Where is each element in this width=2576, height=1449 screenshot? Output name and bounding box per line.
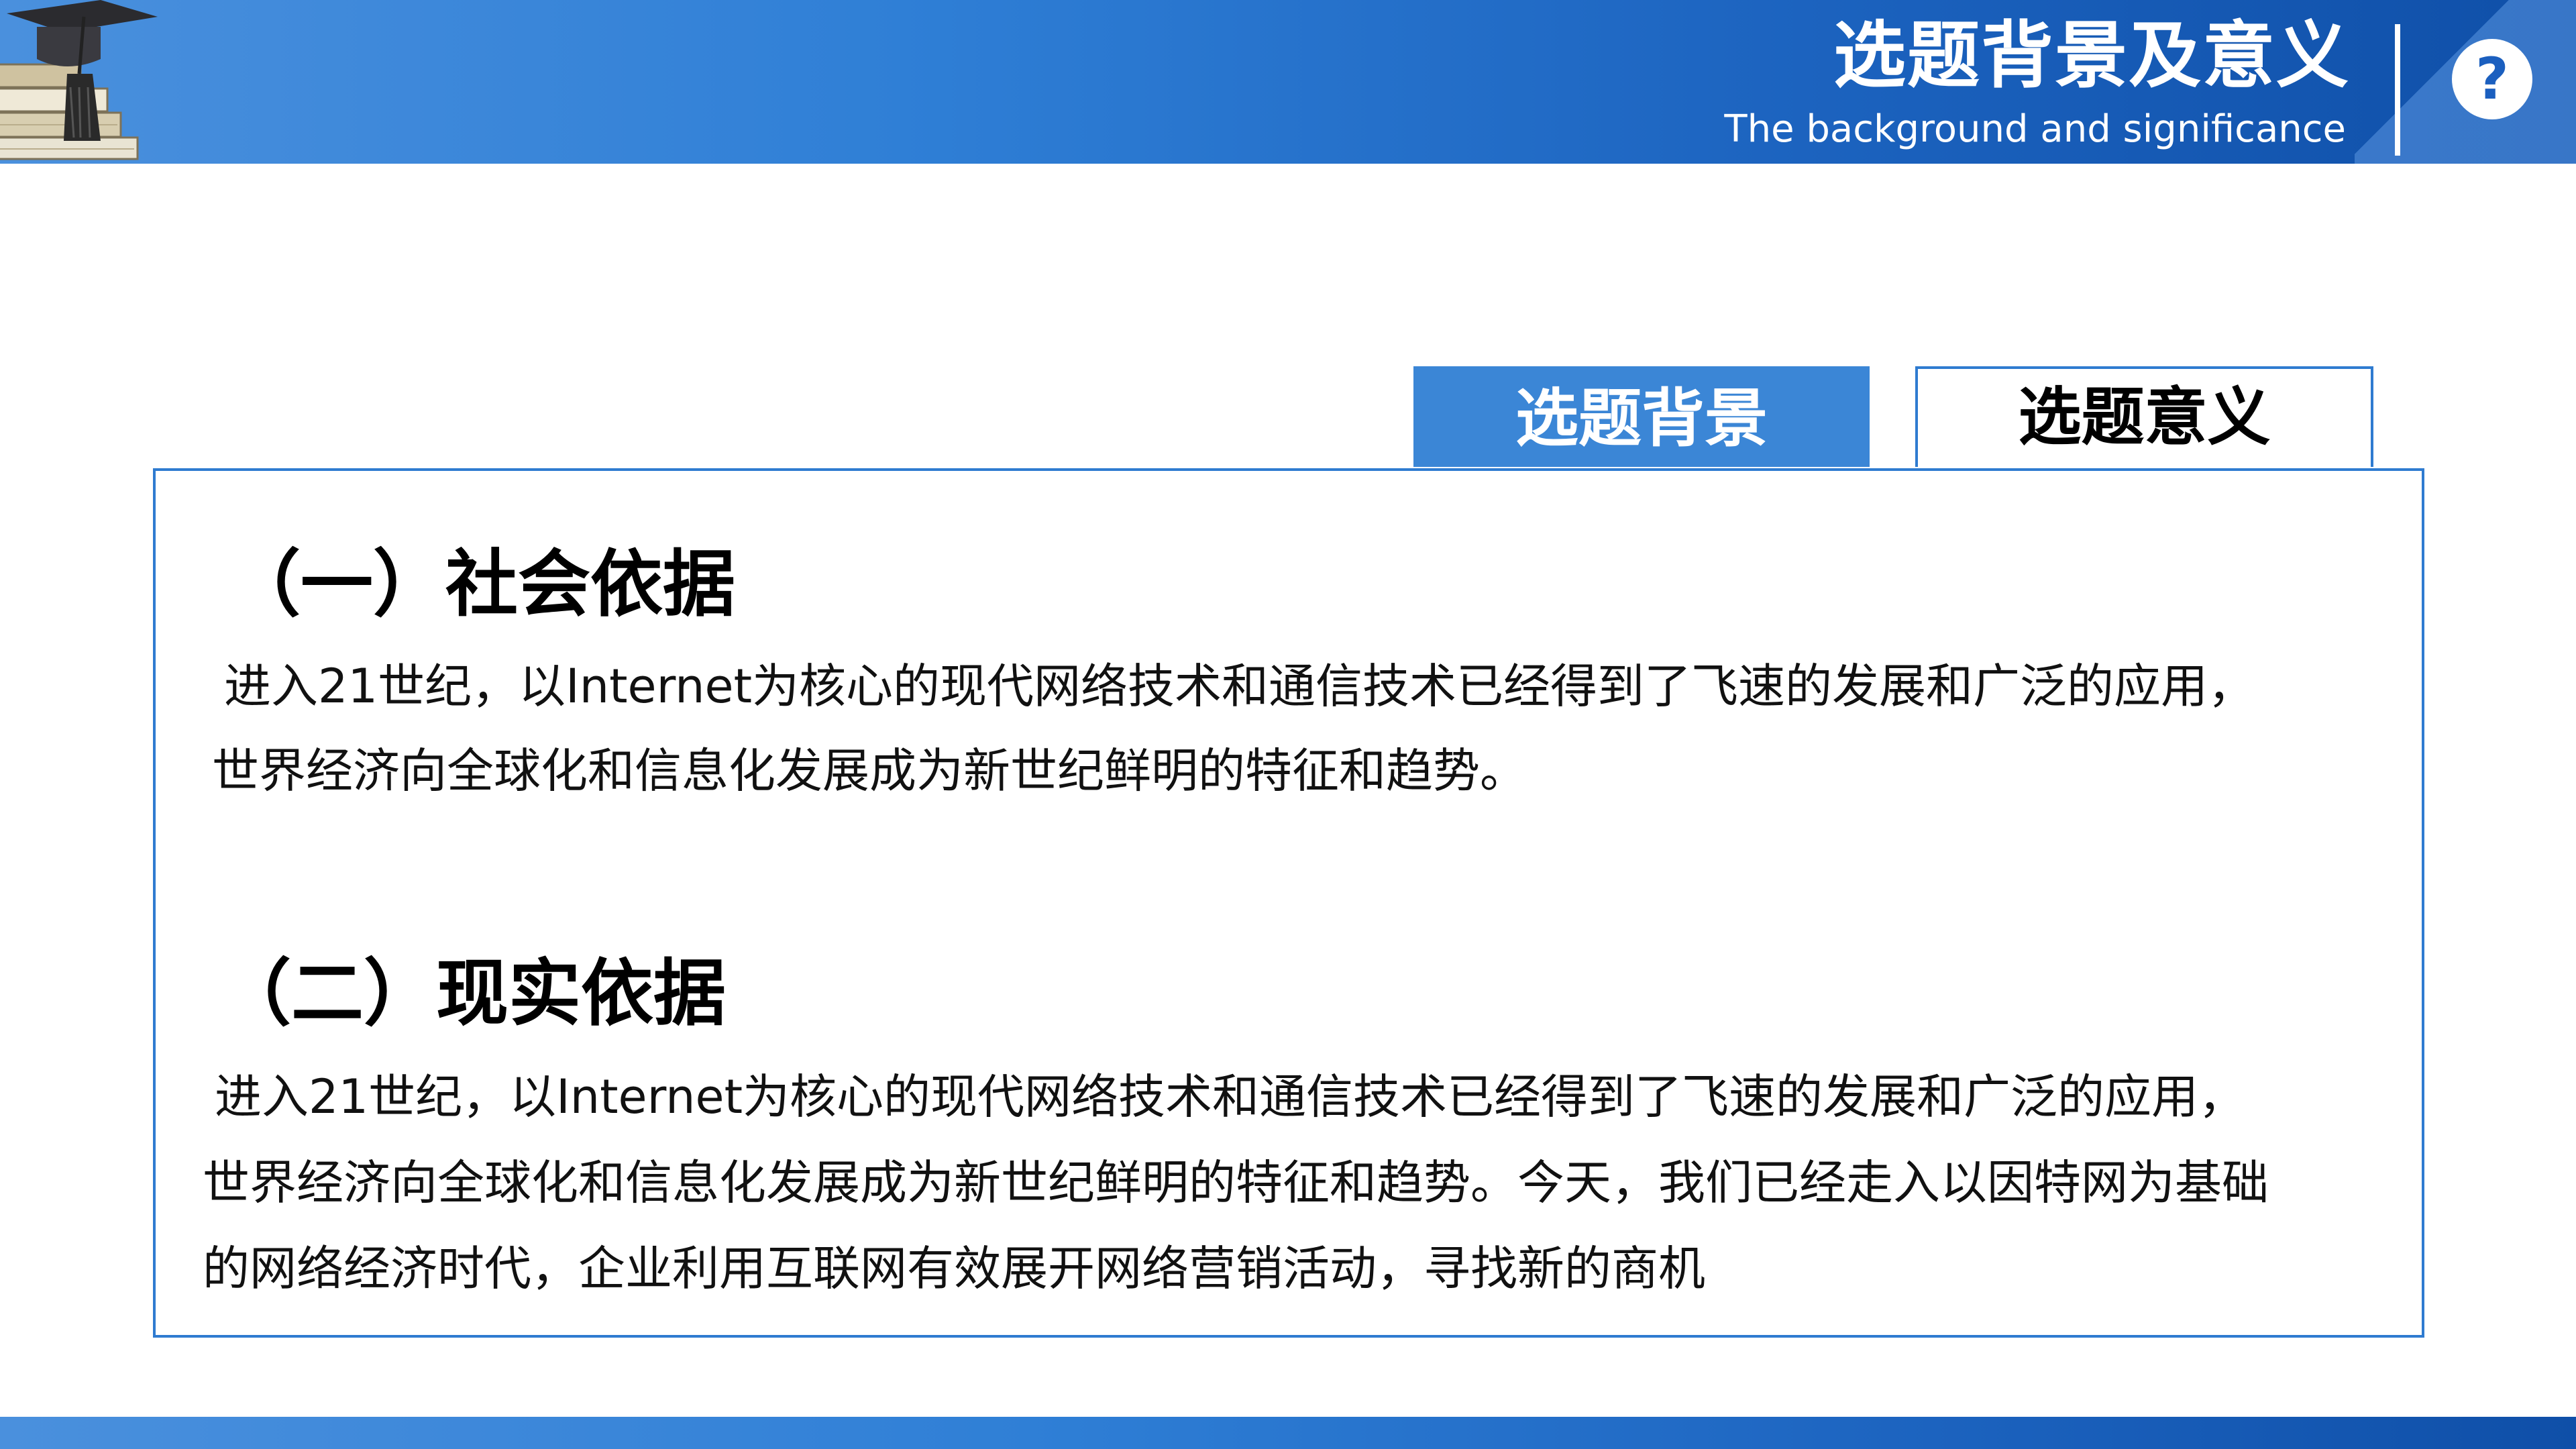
- slide: 选题背景及意义 The background and significance …: [0, 0, 2576, 1449]
- page-title: 选题背景及意义: [1833, 14, 2350, 98]
- content-panel: （一）社会依据 进入21世纪，以Internet为核心的现代网络技术和通信技术已…: [153, 468, 2424, 1338]
- graduation-cap-books-icon: [0, 0, 158, 160]
- section-practical-line-3: 的网络经济时代，企业利用互联网有效展开网络营销活动，寻找新的商机: [203, 1241, 1705, 1296]
- header-divider: [2395, 24, 2400, 156]
- section-social-line-2: 世界经济向全球化和信息化发展成为新世纪鲜明的特征和趋势。: [212, 743, 1527, 798]
- section-heading-practical: （二）现实依据: [219, 952, 727, 1036]
- section-practical-line-1: 进入21世纪，以Internet为核心的现代网络技术和通信技术已经得到了飞速的发…: [215, 1069, 2246, 1124]
- section-heading-social: （一）社会依据: [228, 543, 736, 627]
- question-circle-icon[interactable]: ?: [2452, 39, 2532, 119]
- section-practical-line-2: 世界经济向全球化和信息化发展成为新世纪鲜明的特征和趋势。今天，我们已经走入以因特…: [203, 1155, 2269, 1210]
- header-band: 选题背景及意义 The background and significance …: [0, 0, 2576, 164]
- page-subtitle: The background and significance: [1724, 107, 2346, 151]
- section-social-line-1: 进入21世纪，以Internet为核心的现代网络技术和通信技术已经得到了飞速的发…: [224, 659, 2255, 714]
- tab-significance[interactable]: 选题意义: [1915, 366, 2373, 467]
- tab-background[interactable]: 选题背景: [1413, 366, 1870, 467]
- footer-band: [0, 1417, 2576, 1449]
